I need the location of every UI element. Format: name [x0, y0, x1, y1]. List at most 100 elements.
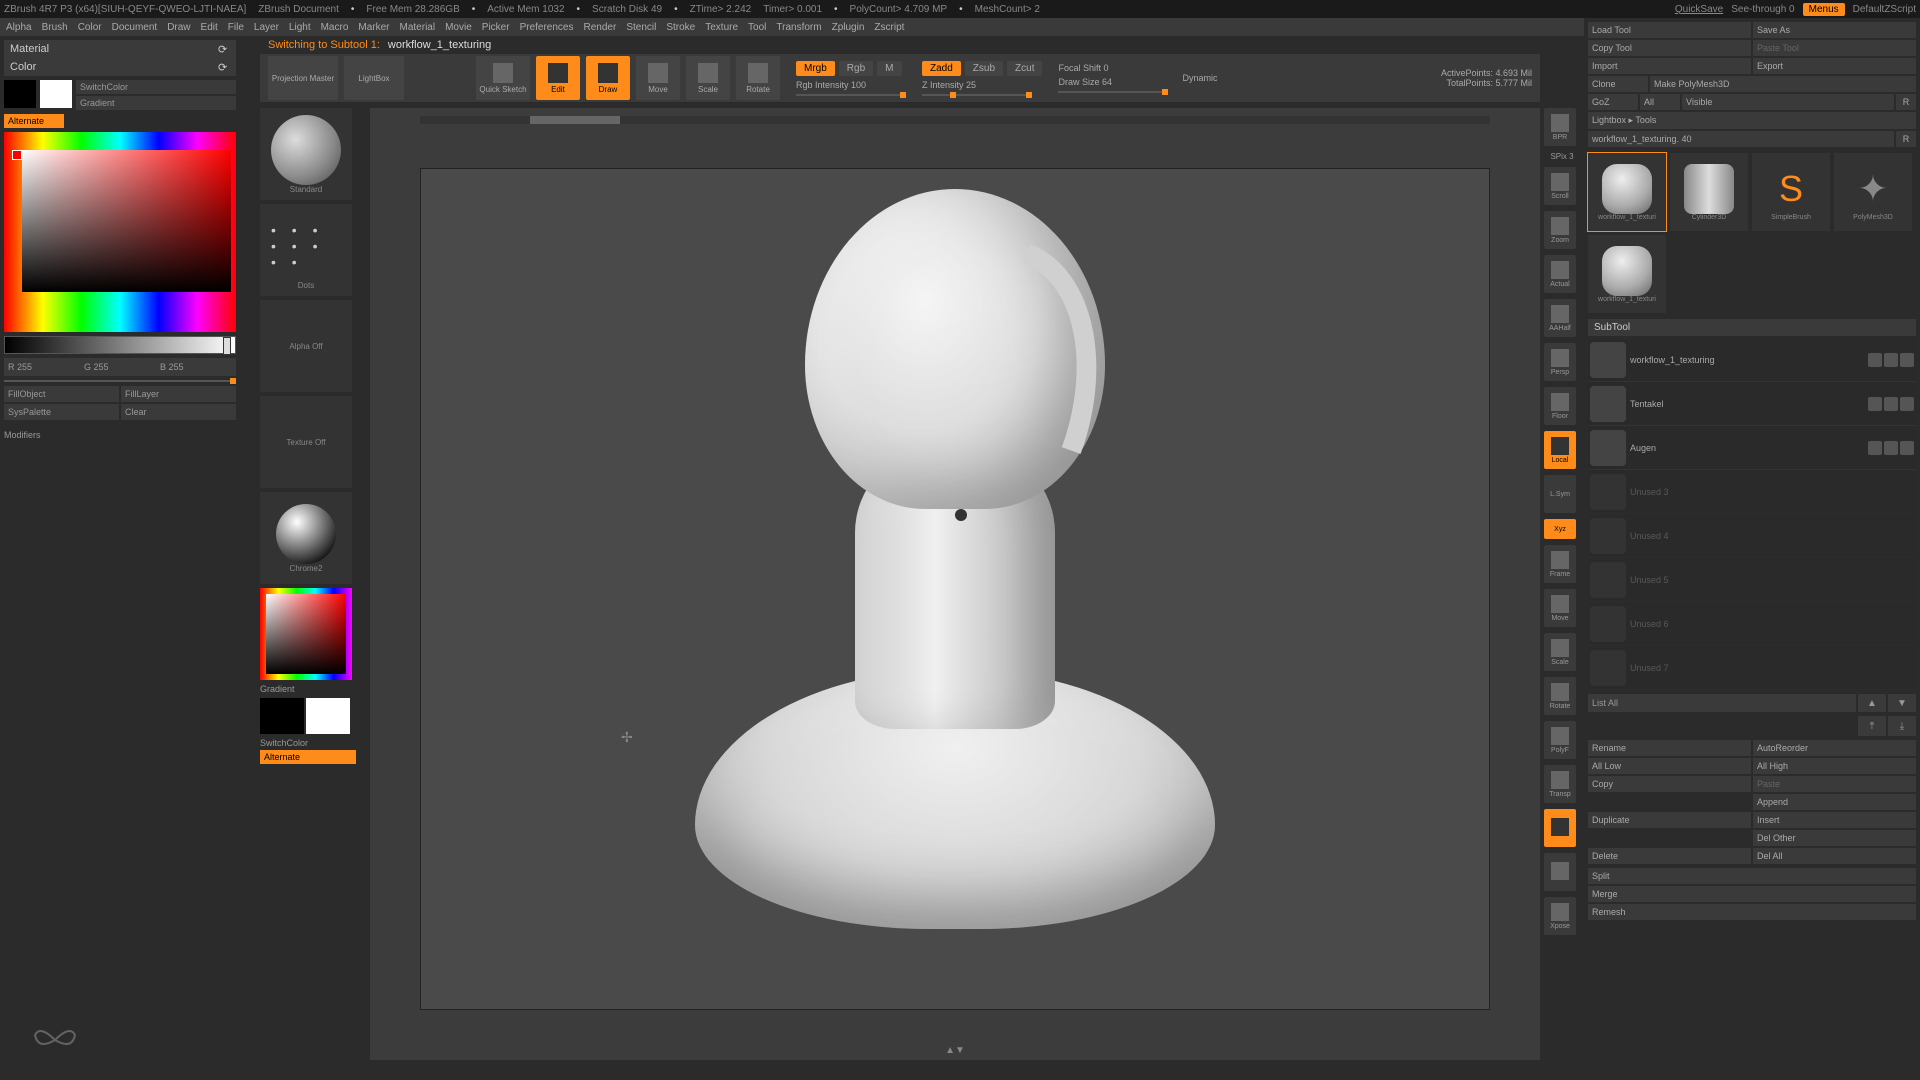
zsub-chip[interactable]: Zsub	[965, 61, 1003, 76]
draw-button[interactable]: Draw	[586, 56, 630, 100]
draw-size-label[interactable]: Draw Size 64	[1058, 77, 1168, 87]
tool-thumb-simplebrush[interactable]: SSimpleBrush	[1752, 153, 1830, 231]
dynamic-label[interactable]: Dynamic	[1182, 73, 1217, 83]
refresh-icon[interactable]: ⟳	[218, 61, 230, 73]
subtool-row[interactable]: Augen	[1588, 426, 1916, 470]
z-intensity-slider[interactable]	[922, 94, 1032, 96]
ghost-button[interactable]	[1544, 809, 1576, 847]
goz-visible-button[interactable]: Visible	[1682, 94, 1894, 110]
mini-swatch-white[interactable]	[306, 698, 350, 734]
nudge-down-button[interactable]: ⤓	[1888, 716, 1916, 736]
material-header[interactable]: Material⟳	[4, 40, 236, 58]
tool-thumb-workflow[interactable]: workflow_1_texturi	[1588, 235, 1666, 313]
menu-texture[interactable]: Texture	[705, 22, 738, 33]
paste-button[interactable]: Paste	[1753, 776, 1916, 792]
default-script[interactable]: DefaultZScript	[1853, 4, 1916, 15]
scroll-button[interactable]: Scroll	[1544, 167, 1576, 205]
clone-button[interactable]: Clone	[1588, 76, 1648, 92]
r-value[interactable]: R 255	[8, 362, 80, 372]
polyf-button[interactable]: PolyF	[1544, 721, 1576, 759]
lightbox-tools-button[interactable]: Lightbox ▸ Tools	[1588, 112, 1916, 129]
menu-zplugin[interactable]: Zplugin	[832, 22, 865, 33]
scale-button[interactable]: Scale	[686, 56, 730, 100]
b-value[interactable]: B 255	[160, 362, 232, 372]
tool-thumb-cylinder[interactable]: Cylinder3D	[1670, 153, 1748, 231]
menu-document[interactable]: Document	[112, 22, 158, 33]
menu-macro[interactable]: Macro	[321, 22, 349, 33]
rename-button[interactable]: Rename	[1588, 740, 1751, 756]
menu-light[interactable]: Light	[289, 22, 311, 33]
eye-icon[interactable]	[1900, 353, 1914, 367]
subtool-row-empty[interactable]: Unused 7	[1588, 646, 1916, 690]
merge-header[interactable]: Merge	[1588, 886, 1916, 902]
clear-button[interactable]: Clear	[121, 404, 236, 420]
export-button[interactable]: Export	[1753, 58, 1916, 74]
quick-sketch-button[interactable]: Quick Sketch	[476, 56, 530, 100]
brush-icon[interactable]	[1884, 441, 1898, 455]
secondary-color-swatch[interactable]	[40, 80, 72, 108]
all-low-button[interactable]: All Low	[1588, 758, 1751, 774]
xyz-button[interactable]: Xyz	[1544, 519, 1576, 539]
sys-palette-button[interactable]: SysPalette	[4, 404, 119, 420]
focal-shift-label[interactable]: Focal Shift 0	[1058, 63, 1168, 73]
color-panel-header[interactable]: Color⟳	[4, 58, 236, 76]
eye-icon[interactable]	[1900, 397, 1914, 411]
nudge-up-button[interactable]: ⤒	[1858, 716, 1886, 736]
eye-icon[interactable]	[1868, 441, 1882, 455]
del-all-button[interactable]: Del All	[1753, 848, 1916, 864]
edit-button[interactable]: Edit	[536, 56, 580, 100]
zcut-chip[interactable]: Zcut	[1007, 61, 1042, 76]
menu-transform[interactable]: Transform	[776, 22, 821, 33]
persp-button[interactable]: Persp	[1544, 343, 1576, 381]
save-as-button[interactable]: Save As	[1753, 22, 1916, 38]
local-button[interactable]: Local	[1544, 431, 1576, 469]
menu-stroke[interactable]: Stroke	[666, 22, 695, 33]
menu-picker[interactable]: Picker	[482, 22, 510, 33]
menu-alpha[interactable]: Alpha	[6, 22, 32, 33]
menu-movie[interactable]: Movie	[445, 22, 472, 33]
copy-tool-button[interactable]: Copy Tool	[1588, 40, 1751, 56]
frame-button[interactable]: Frame	[1544, 545, 1576, 583]
subtool-row-empty[interactable]: Unused 5	[1588, 558, 1916, 602]
eye-icon[interactable]	[1900, 441, 1914, 455]
material-slot[interactable]: Chrome2	[260, 492, 352, 584]
subtool-row[interactable]: workflow_1_texturing	[1588, 338, 1916, 382]
bpr-button[interactable]: BPR	[1544, 108, 1576, 146]
subtool-header[interactable]: SubTool	[1588, 319, 1916, 336]
rotate-button[interactable]: Rotate	[736, 56, 780, 100]
xpose-button[interactable]: Xpose	[1544, 897, 1576, 935]
eye-icon[interactable]	[1868, 353, 1882, 367]
hue-marker[interactable]	[12, 150, 22, 160]
del-other-button[interactable]: Del Other	[1753, 830, 1916, 846]
paste-tool-button[interactable]: Paste Tool	[1753, 40, 1916, 56]
move-button[interactable]: Move	[636, 56, 680, 100]
menu-draw[interactable]: Draw	[167, 22, 190, 33]
alternate-button-2[interactable]: Alternate	[260, 750, 356, 764]
menu-stencil[interactable]: Stencil	[626, 22, 656, 33]
load-tool-button[interactable]: Load Tool	[1588, 22, 1751, 38]
make-polymesh-button[interactable]: Make PolyMesh3D	[1650, 76, 1916, 92]
menu-edit[interactable]: Edit	[201, 22, 218, 33]
aahalf-button[interactable]: AAHalf	[1544, 299, 1576, 337]
actual-button[interactable]: Actual	[1544, 255, 1576, 293]
tool-thumb-current[interactable]: workflow_1_texturi	[1588, 153, 1666, 231]
brush-icon[interactable]	[1884, 397, 1898, 411]
rgb-intensity-slider[interactable]	[796, 94, 906, 96]
menu-color[interactable]: Color	[78, 22, 102, 33]
list-all-button[interactable]: List All	[1588, 694, 1856, 712]
floor-button[interactable]: Floor	[1544, 387, 1576, 425]
spix-label[interactable]: SPix 3	[1544, 152, 1580, 161]
nav-rotate-button[interactable]: Rotate	[1544, 677, 1576, 715]
menu-zscript[interactable]: Zscript	[874, 22, 904, 33]
mini-swatch-black[interactable]	[260, 698, 304, 734]
rgb-chip[interactable]: Rgb	[839, 61, 873, 76]
main-color-swatch[interactable]	[4, 80, 36, 108]
import-button[interactable]: Import	[1588, 58, 1751, 74]
nav-scale-button[interactable]: Scale	[1544, 633, 1576, 671]
nav-move-button[interactable]: Move	[1544, 589, 1576, 627]
modifiers-header[interactable]: Modifiers	[4, 430, 236, 440]
eye-icon[interactable]	[1868, 397, 1882, 411]
m-chip[interactable]: M	[877, 61, 901, 76]
brush-icon[interactable]	[1884, 353, 1898, 367]
move-up-button[interactable]: ▲	[1858, 694, 1886, 712]
